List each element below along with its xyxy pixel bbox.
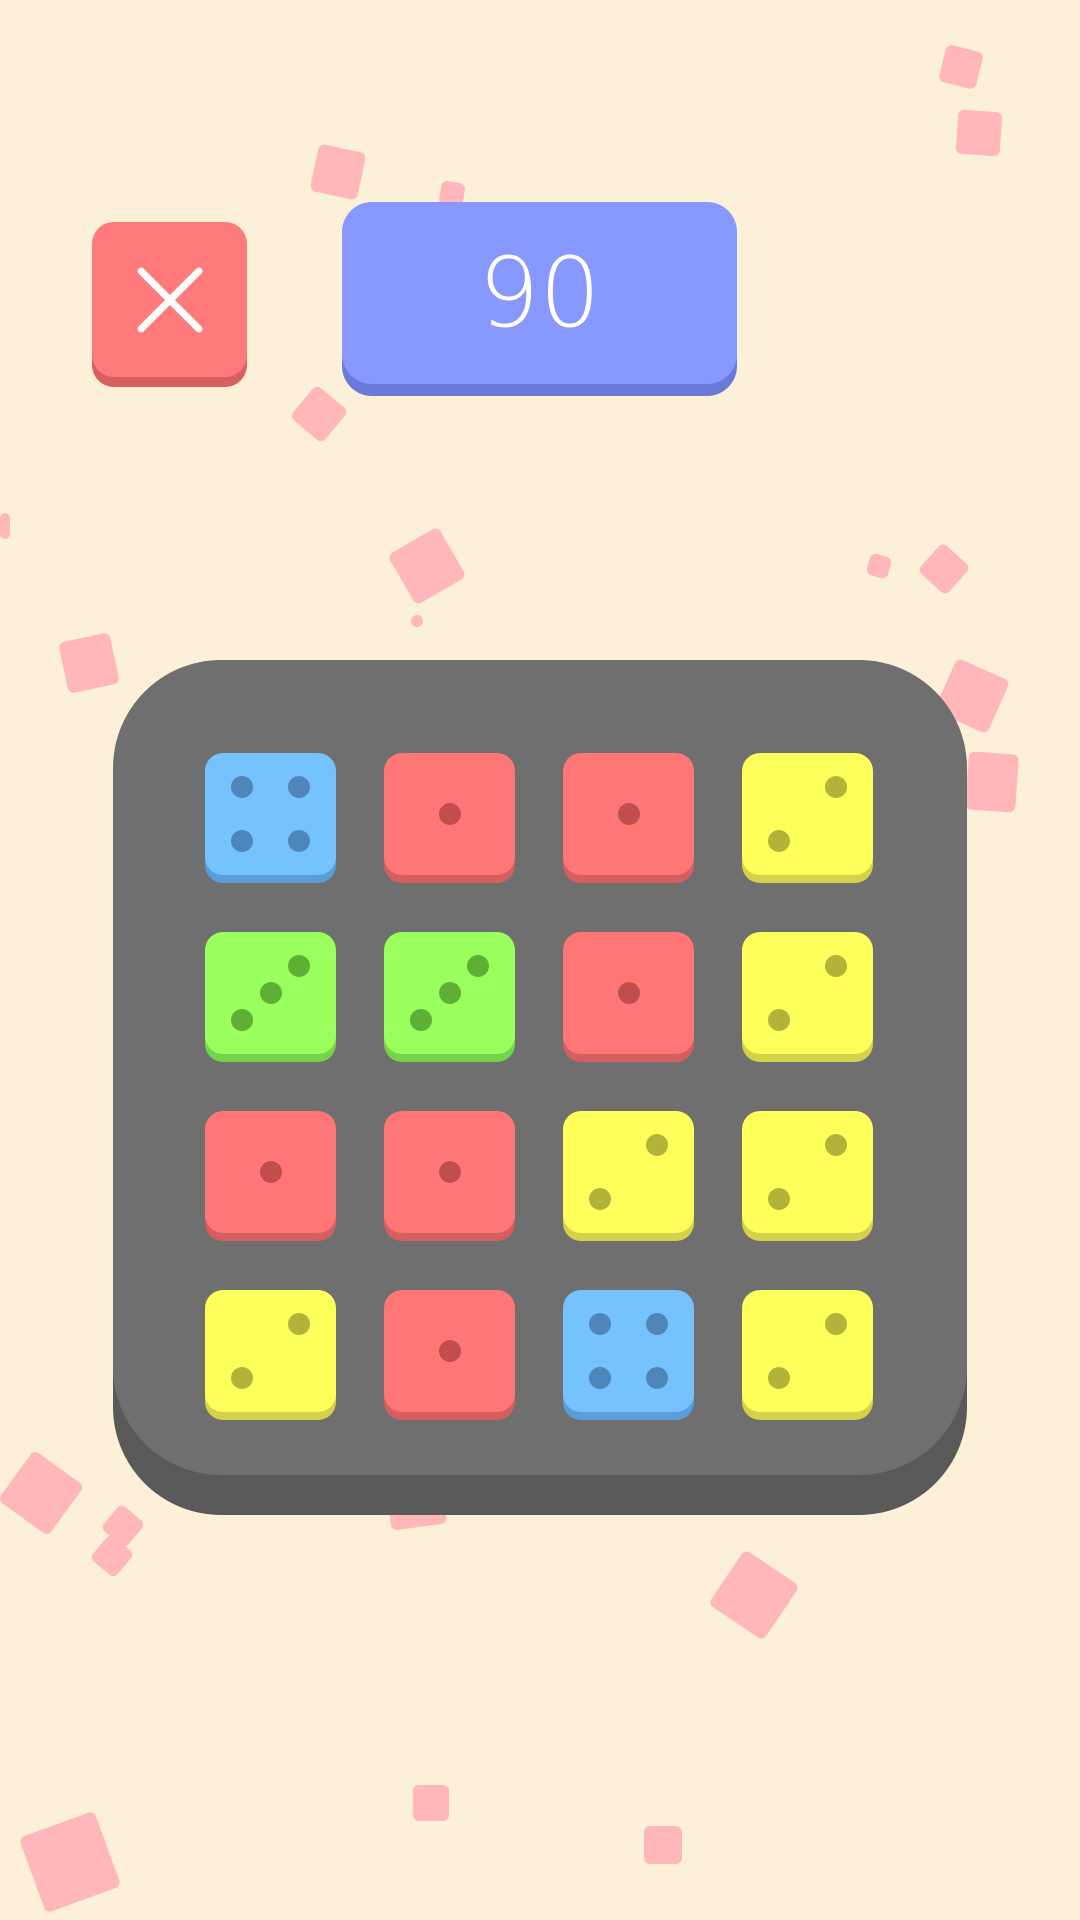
die-pip [259, 1161, 282, 1183]
confetti-square [917, 542, 971, 596]
confetti-square [965, 751, 1019, 813]
confetti-square [309, 143, 367, 201]
game-board [113, 660, 967, 1475]
die-pip [646, 1134, 669, 1157]
die-red-1[interactable] [205, 1111, 336, 1233]
confetti-square [413, 1785, 449, 1821]
confetti-square [955, 109, 1003, 157]
die-pip [230, 776, 253, 799]
confetti-square [408, 612, 426, 630]
die-pip [230, 1008, 253, 1031]
die-pip [825, 1313, 848, 1336]
die-pip [767, 1187, 790, 1210]
die-yellow-2[interactable] [742, 753, 873, 875]
confetti-square [937, 43, 985, 91]
confetti-square [644, 1826, 682, 1864]
die-green-3[interactable] [205, 932, 336, 1054]
die-red-1[interactable] [563, 932, 694, 1054]
die-yellow-2[interactable] [742, 1111, 873, 1233]
confetti-square [865, 552, 893, 580]
score-value: 90 [478, 237, 601, 349]
die-pip [438, 1340, 461, 1362]
die-red-1[interactable] [384, 753, 515, 875]
die-pip [230, 829, 253, 852]
die-pip [646, 1313, 669, 1336]
die-pip [438, 1161, 461, 1183]
die-pip [767, 829, 790, 852]
die-pip [288, 829, 311, 852]
die-yellow-2[interactable] [563, 1111, 694, 1233]
die-pip [825, 776, 848, 799]
confetti-square [0, 1449, 85, 1537]
die-pip [259, 982, 282, 1004]
die-pip [288, 1313, 311, 1336]
die-pip [617, 982, 640, 1004]
confetti-square [387, 526, 467, 606]
die-red-1[interactable] [384, 1290, 515, 1412]
die-pip [767, 1008, 790, 1031]
confetti-square [58, 632, 120, 694]
die-blue-4[interactable] [205, 753, 336, 875]
die-yellow-2[interactable] [205, 1290, 336, 1412]
die-pip [467, 955, 490, 978]
die-pip [617, 803, 640, 825]
die-pip [409, 1008, 432, 1031]
confetti-square [708, 1549, 800, 1641]
confetti-square [388, 1501, 448, 1531]
die-pip [825, 1134, 848, 1157]
die-pip [588, 1187, 611, 1210]
die-yellow-2[interactable] [742, 1290, 873, 1412]
die-pip [646, 1366, 669, 1389]
close-button[interactable] [92, 222, 247, 377]
die-yellow-2[interactable] [742, 932, 873, 1054]
die-pip [588, 1313, 611, 1336]
confetti-square [0, 513, 10, 539]
die-pip [588, 1366, 611, 1389]
die-pip [438, 982, 461, 1004]
die-pip [288, 776, 311, 799]
die-pip [438, 803, 461, 825]
die-red-1[interactable] [563, 753, 694, 875]
confetti-square [18, 1810, 122, 1914]
die-green-3[interactable] [384, 932, 515, 1054]
die-pip [288, 955, 311, 978]
die-pip [825, 955, 848, 978]
close-icon [137, 267, 202, 332]
confetti-square [289, 384, 349, 444]
die-blue-4[interactable] [563, 1290, 694, 1412]
die-pip [230, 1366, 253, 1389]
die-pip [767, 1366, 790, 1389]
score-display: 90 [342, 202, 737, 384]
die-red-1[interactable] [384, 1111, 515, 1233]
